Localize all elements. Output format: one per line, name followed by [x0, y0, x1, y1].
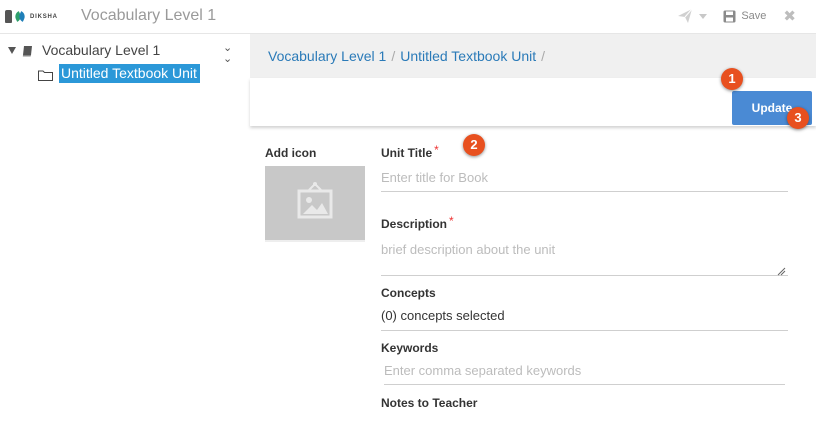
keywords-label: Keywords: [381, 341, 439, 355]
step-badge: 1: [721, 68, 743, 90]
description-label-text: Description: [381, 217, 448, 231]
add-icon-label: Add icon: [265, 146, 317, 160]
top-bar: DIKSHA Vocabulary Level 1 Save ✖: [0, 0, 816, 34]
leaf-logo-icon: [15, 12, 25, 22]
expand-triangle-icon[interactable]: [8, 46, 16, 54]
tree-child-label: Untitled Textbook Unit: [59, 64, 200, 83]
sidebar-tree: Vocabulary Level 1 ⌄ ⌄ Untitled Textbook …: [0, 34, 250, 422]
unit-title-input[interactable]: Enter title for Book: [381, 170, 788, 192]
required-marker: *: [449, 214, 454, 228]
brand-name: DIKSHA: [30, 13, 58, 20]
step-badge: 2: [463, 134, 485, 156]
breadcrumb-separator: /: [391, 48, 396, 64]
brand-logo: DIKSHA: [5, 10, 58, 23]
unit-title-label-text: Unit Title: [381, 146, 433, 160]
book-icon: [22, 44, 33, 57]
close-icon[interactable]: ✖: [783, 9, 796, 24]
send-icon[interactable]: [677, 8, 693, 24]
tree-root-item[interactable]: Vocabulary Level 1: [8, 42, 160, 58]
save-icon: [723, 10, 736, 23]
tree-root-label: Vocabulary Level 1: [42, 42, 161, 58]
description-label: Description *: [381, 214, 454, 231]
breadcrumb-item-unit[interactable]: Untitled Textbook Unit: [400, 48, 536, 64]
breadcrumb-separator: /: [541, 48, 546, 64]
image-placeholder-icon: [296, 181, 334, 221]
required-marker: *: [434, 143, 439, 157]
emblem-icon: [5, 10, 12, 23]
tree-child-item[interactable]: Untitled Textbook Unit: [38, 64, 200, 83]
unit-title-label: Unit Title *: [381, 143, 439, 160]
folder-icon: [38, 68, 53, 81]
document-title: Vocabulary Level 1: [81, 7, 217, 24]
toolbar-actions: Save ✖: [677, 8, 796, 24]
step-badge: 3: [787, 107, 809, 129]
concepts-selector[interactable]: (0) concepts selected: [381, 308, 788, 331]
description-textarea[interactable]: brief description about the unit: [381, 242, 788, 276]
notes-to-teacher-label: Notes to Teacher: [381, 396, 478, 410]
save-button[interactable]: Save: [723, 10, 766, 23]
keywords-input[interactable]: Enter comma separated keywords: [384, 363, 785, 385]
collapse-chevrons-icon[interactable]: ⌄ ⌄: [223, 43, 232, 65]
resize-handle-icon[interactable]: [777, 263, 786, 276]
breadcrumb-item-textbook[interactable]: Vocabulary Level 1: [268, 48, 386, 64]
save-label: Save: [741, 10, 767, 22]
caret-down-icon[interactable]: [699, 13, 708, 19]
concepts-label: Concepts: [381, 286, 436, 300]
icon-upload-box[interactable]: [265, 166, 365, 242]
